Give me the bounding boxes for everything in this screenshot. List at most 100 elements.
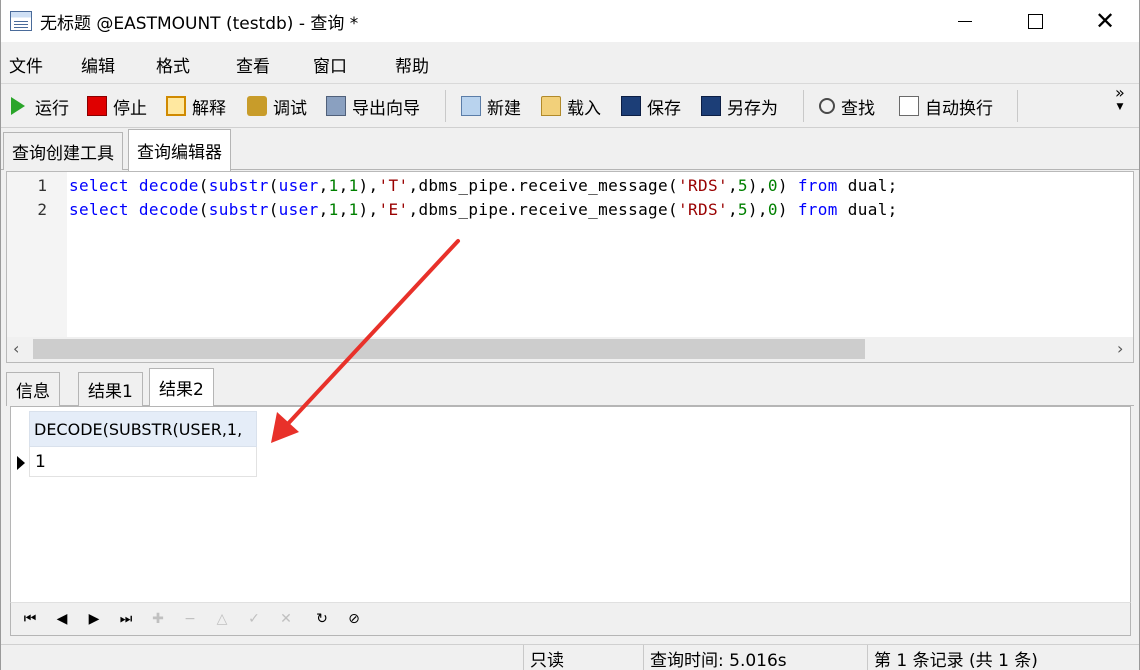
code-token-kw: from bbox=[797, 200, 838, 219]
debug-button[interactable]: 调试 bbox=[247, 92, 307, 120]
editor-tab-strip: 查询创建工具 查询编辑器 bbox=[1, 128, 1139, 171]
tab-query-builder[interactable]: 查询创建工具 bbox=[3, 132, 123, 170]
code-token-txt: ( bbox=[198, 176, 209, 195]
last-record-button[interactable]: ⏭ bbox=[115, 608, 137, 630]
export-wizard-button[interactable]: 导出向导 bbox=[326, 92, 420, 120]
code-token-str: 'E' bbox=[378, 200, 409, 219]
scroll-left-icon[interactable]: ‹ bbox=[13, 339, 19, 358]
code-token-kw: select bbox=[69, 176, 129, 195]
status-bar: 只读 查询时间: 5.016s 第 1 条记录 (共 1 条) bbox=[1, 644, 1139, 670]
code-line[interactable]: select decode(substr(user,1,1),'E',dbms_… bbox=[69, 200, 898, 219]
toolbar-more-label: » bbox=[1115, 83, 1125, 102]
new-query-icon bbox=[461, 96, 481, 116]
status-record-count: 第 1 条记录 (共 1 条) bbox=[867, 645, 1139, 670]
code-token-txt: ,dbms_pipe.receive_message( bbox=[408, 176, 679, 195]
row-pointer-icon bbox=[17, 456, 25, 470]
save-as-icon bbox=[701, 96, 721, 116]
delete-record-button[interactable]: − bbox=[179, 608, 201, 630]
result-tab-strip: 信息 结果1 结果2 bbox=[6, 368, 1134, 406]
run-button[interactable]: 运行 bbox=[11, 92, 69, 120]
load-button[interactable]: 载入 bbox=[541, 92, 601, 120]
code-token-kw: substr bbox=[208, 200, 269, 219]
code-token-num: 0 bbox=[767, 176, 778, 195]
find-label: 查找 bbox=[841, 98, 875, 119]
stop-button[interactable]: ⊘ bbox=[343, 608, 365, 630]
code-token-kw: user bbox=[278, 200, 319, 219]
code-line[interactable]: select decode(substr(user,1,1),'T',dbms_… bbox=[69, 176, 898, 195]
save-as-button[interactable]: 另存为 bbox=[701, 92, 778, 120]
code-token-str: 'RDS' bbox=[678, 176, 728, 195]
editor-horizontal-scrollbar[interactable]: ‹ › bbox=[6, 337, 1134, 363]
tab-result-1[interactable]: 结果1 bbox=[78, 372, 143, 406]
menu-help[interactable]: 帮助 bbox=[395, 52, 429, 77]
code-token-txt: ), bbox=[358, 200, 379, 219]
code-token-kw: user bbox=[278, 176, 319, 195]
code-token-txt: ,dbms_pipe.receive_message( bbox=[408, 200, 679, 219]
tab-query-editor[interactable]: 查询编辑器 bbox=[128, 129, 231, 171]
close-icon: ✕ bbox=[1094, 7, 1116, 35]
chevron-down-icon: ▼ bbox=[1116, 102, 1124, 112]
explain-label: 解释 bbox=[192, 98, 226, 119]
menu-window[interactable]: 窗口 bbox=[313, 52, 347, 77]
prev-record-button[interactable]: ◀ bbox=[51, 608, 73, 630]
next-record-button[interactable]: ▶ bbox=[83, 608, 105, 630]
code-token-kw: decode bbox=[138, 200, 199, 219]
first-record-button[interactable]: ⏮ bbox=[19, 608, 41, 630]
code-token-txt: ), bbox=[747, 176, 768, 195]
window-title: 无标题 @EASTMOUNT (testdb) - 查询 * bbox=[40, 13, 359, 34]
menu-file[interactable]: 文件 bbox=[9, 52, 43, 77]
save-icon bbox=[621, 96, 641, 116]
new-query-button[interactable]: 新建 bbox=[461, 92, 521, 120]
result-grid: DECODE(SUBSTR(USER,1, 1 bbox=[10, 406, 1131, 602]
discard-changes-button[interactable]: ✕ bbox=[275, 608, 297, 630]
code-token-num: 1 bbox=[348, 176, 359, 195]
status-readonly: 只读 bbox=[523, 645, 643, 670]
scrollbar-thumb[interactable] bbox=[33, 339, 865, 359]
menu-format[interactable]: 格式 bbox=[156, 52, 190, 77]
minimize-button[interactable] bbox=[930, 0, 1000, 42]
save-label: 保存 bbox=[647, 98, 681, 119]
export-icon bbox=[326, 96, 346, 116]
column-header[interactable]: DECODE(SUBSTR(USER,1, bbox=[29, 411, 257, 447]
close-button[interactable]: ✕ bbox=[1070, 0, 1140, 42]
menu-view[interactable]: 查看 bbox=[236, 52, 270, 77]
status-query-time: 查询时间: 5.016s bbox=[643, 645, 867, 670]
folder-icon bbox=[541, 96, 561, 116]
sql-editor[interactable]: 1 2 select decode(substr(user,1,1),'T',d… bbox=[6, 171, 1134, 337]
maximize-button[interactable] bbox=[1000, 0, 1070, 42]
apply-changes-button[interactable]: △ bbox=[211, 608, 233, 630]
menu-edit[interactable]: 编辑 bbox=[81, 52, 115, 77]
code-token-num: 1 bbox=[348, 200, 359, 219]
toolbar-separator bbox=[1017, 90, 1018, 122]
maximize-icon bbox=[1027, 13, 1043, 29]
save-button[interactable]: 保存 bbox=[621, 92, 681, 120]
toolbar-separator bbox=[445, 90, 446, 122]
toolbar-separator bbox=[803, 90, 804, 122]
confirm-button[interactable]: ✓ bbox=[243, 608, 265, 630]
app-window: 无标题 @EASTMOUNT (testdb) - 查询 * ✕ 文件 编辑 格… bbox=[0, 0, 1140, 670]
word-wrap-button[interactable]: 自动换行 bbox=[899, 92, 993, 120]
table-app-icon bbox=[10, 11, 32, 31]
line-number-gutter bbox=[7, 172, 67, 337]
toolbar-overflow-button[interactable]: » ▼ bbox=[1115, 83, 1125, 114]
add-record-button[interactable]: ✚ bbox=[147, 608, 169, 630]
tab-messages[interactable]: 信息 bbox=[6, 372, 60, 406]
table-cell[interactable]: 1 bbox=[29, 447, 257, 477]
code-token-txt: , bbox=[727, 176, 738, 195]
new-label: 新建 bbox=[487, 98, 521, 119]
code-token-kw: select bbox=[69, 200, 129, 219]
line-number: 2 bbox=[37, 200, 47, 219]
toolbar: 运行 停止 解释 调试 导出向导 新建 载入 保存 另存为 查找 自动换行 » … bbox=[1, 84, 1139, 128]
explain-button[interactable]: 解释 bbox=[166, 92, 226, 120]
code-token-txt: , bbox=[318, 200, 329, 219]
scroll-right-icon[interactable]: › bbox=[1117, 339, 1123, 358]
refresh-button[interactable]: ↻ bbox=[311, 608, 333, 630]
code-token-kw: decode bbox=[138, 176, 199, 195]
code-token-num: 5 bbox=[737, 200, 748, 219]
stop-query-button[interactable]: 停止 bbox=[87, 92, 147, 120]
title-bar: 无标题 @EASTMOUNT (testdb) - 查询 * ✕ bbox=[1, 0, 1139, 42]
debug-icon bbox=[247, 96, 267, 116]
tab-result-2[interactable]: 结果2 bbox=[149, 368, 214, 406]
find-button[interactable]: 查找 bbox=[819, 92, 875, 120]
code-token-kw: from bbox=[797, 176, 838, 195]
